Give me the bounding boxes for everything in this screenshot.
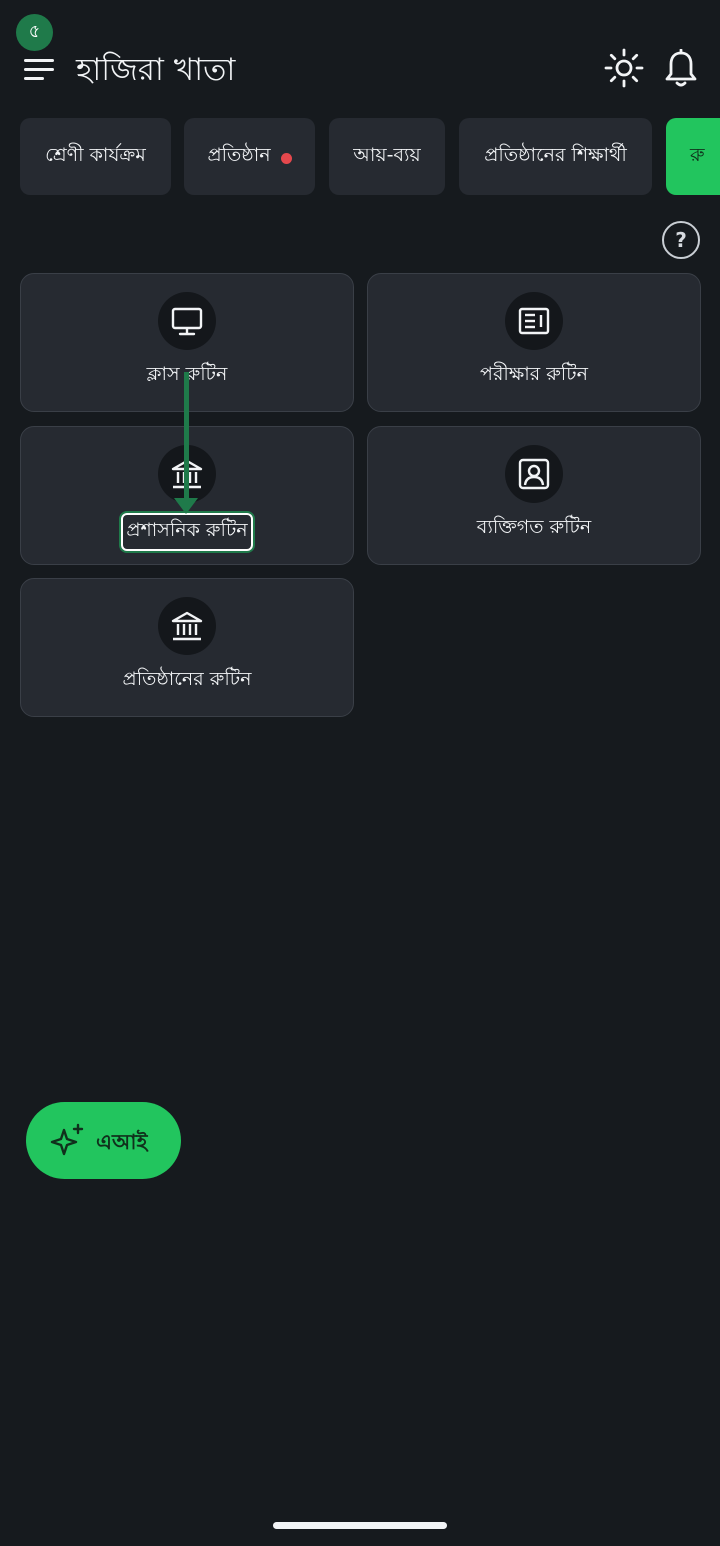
card-exam-routine[interactable]: পরীক্ষার রুটিন (367, 273, 701, 412)
user-square-icon (518, 458, 550, 490)
icon-circle (158, 597, 216, 655)
icon-circle (158, 292, 216, 350)
chip-label: প্রতিষ্ঠান (207, 143, 271, 166)
chip-institution-students[interactable]: প্রতিষ্ঠানের শিক্ষার্থী (459, 118, 652, 195)
card-label: প্রশাসনিক রুটিন (121, 513, 253, 551)
card-personal-routine[interactable]: ব্যক্তিগত রুটিন (367, 426, 701, 565)
header: হাজিরা খাতা (0, 40, 720, 100)
chip-routine-active[interactable]: রু (666, 118, 720, 195)
chip-institution[interactable]: প্রতিষ্ঠান (184, 118, 315, 195)
annotation-arrow-head (174, 498, 198, 514)
help-icon: ? (675, 228, 687, 252)
sun-icon[interactable] (604, 48, 644, 88)
monitor-icon (171, 307, 203, 336)
card-label: প্রতিষ্ঠানের রুটিন (122, 668, 252, 690)
newspaper-icon (518, 307, 550, 335)
bank-icon (171, 611, 203, 641)
annotation-arrow-line (184, 372, 189, 500)
chip-label: আয়-ব্যয় (353, 143, 421, 166)
menu-icon[interactable] (22, 56, 56, 82)
category-chip-bar: শ্রেণী কার্যক্রম প্রতিষ্ঠান আয়-ব্যয় প্… (0, 118, 720, 196)
notification-dot (280, 153, 292, 164)
chip-label: প্রতিষ্ঠানের শিক্ষার্থী (484, 143, 627, 166)
card-label-wrapper: প্রশাসনিক রুটিন (21, 513, 353, 551)
app-title: হাজিরা খাতা (76, 52, 236, 88)
chip-income-expense[interactable]: আয়-ব্যয় (329, 118, 445, 195)
ai-fab-label: এআই (96, 1130, 148, 1154)
chip-label: রু (690, 143, 705, 166)
ai-fab-button[interactable]: এআই (26, 1102, 181, 1179)
icon-circle (505, 292, 563, 350)
screen: ৫ হাজিরা খাতা শ্রেণী কার্যক্রম প্রতিষ্ঠা… (0, 0, 720, 1546)
card-label: ব্যক্তিগত রুটিন (476, 516, 592, 538)
home-indicator[interactable] (273, 1522, 447, 1529)
card-label: পরীক্ষার রুটিন (480, 363, 588, 385)
sparkle-icon (50, 1123, 84, 1156)
help-button[interactable]: ? (662, 221, 700, 259)
chip-class-activities[interactable]: শ্রেণী কার্যক্রম (20, 118, 171, 195)
card-institution-routine[interactable]: প্রতিষ্ঠানের রুটিন (20, 578, 354, 717)
chip-label: শ্রেণী কার্যক্রম (45, 143, 146, 166)
icon-circle (505, 445, 563, 503)
bell-icon[interactable] (662, 49, 700, 89)
